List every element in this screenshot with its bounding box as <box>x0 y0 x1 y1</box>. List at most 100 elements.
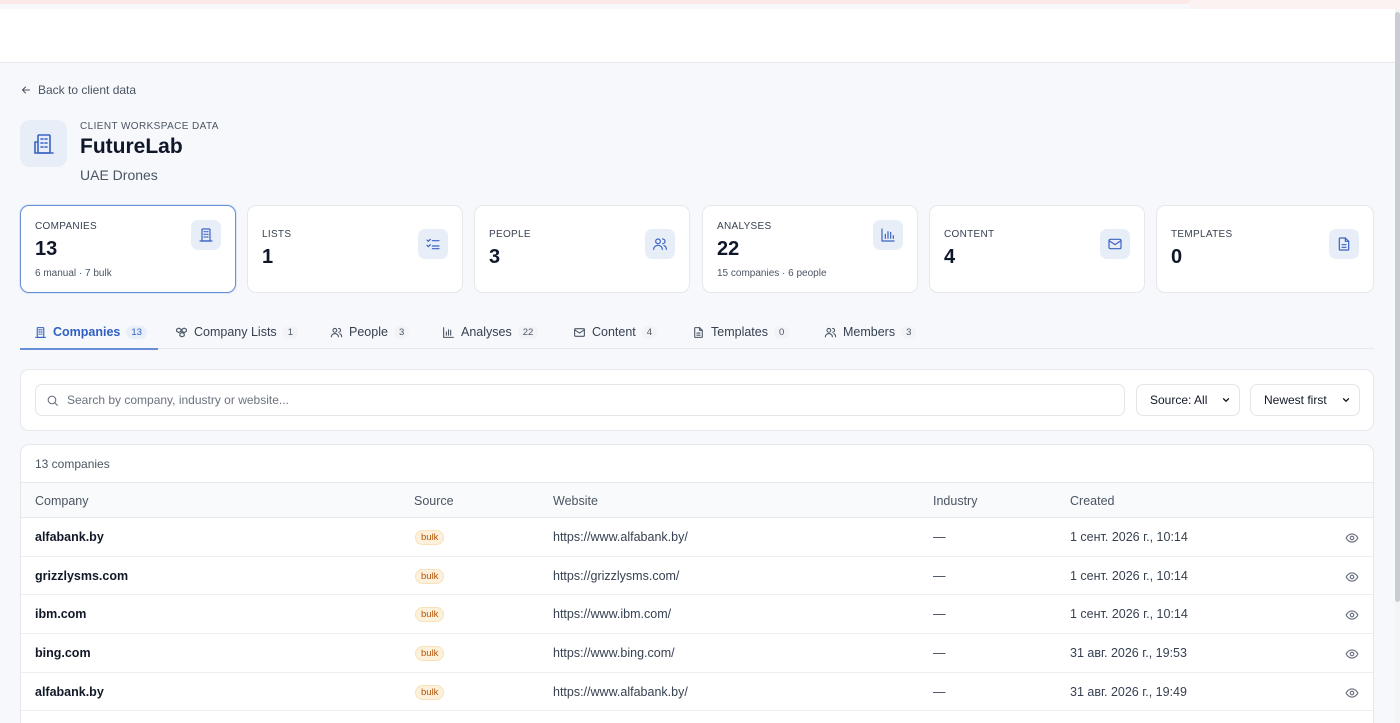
list-check-icon <box>426 238 440 250</box>
stat-note: 15 companies · 6 people <box>717 268 827 279</box>
section-tabs: Companies 13 Company Lists 1 People 3 An… <box>20 315 1374 350</box>
tab-company-lists[interactable]: Company Lists 1 <box>175 315 298 349</box>
tab-label: Templates <box>711 325 768 339</box>
cell-industry: — <box>933 646 946 661</box>
column-header-website[interactable]: Website <box>553 494 598 508</box>
tab-label: Analyses <box>461 325 512 339</box>
eye-icon[interactable] <box>1345 686 1359 700</box>
tab-count: 13 <box>126 325 147 339</box>
stat-card-companies[interactable]: COMPANIES 13 6 manual · 7 bulk <box>20 205 236 293</box>
stat-icon-box <box>873 220 903 250</box>
cell-company: ibm.com <box>35 607 87 622</box>
cell-company: alfabank.by <box>35 530 104 544</box>
source-badge: bulk <box>415 530 445 545</box>
stat-icon-box <box>418 229 448 259</box>
column-header-created[interactable]: Created <box>1070 494 1114 508</box>
building-icon <box>199 228 213 242</box>
cell-created: 1 сент. 2026 г., 10:14 <box>1070 568 1188 583</box>
column-header-company[interactable]: Company <box>35 494 89 508</box>
source-badge: bulk <box>415 607 445 623</box>
cell-industry: — <box>933 568 946 583</box>
top-alert-strip <box>0 0 1190 4</box>
tab-people[interactable]: People 3 <box>330 315 410 349</box>
cell-company: bing.com <box>35 646 91 661</box>
column-header-source[interactable]: Source <box>414 494 454 508</box>
search-input[interactable] <box>67 393 1114 407</box>
workspace-subtitle: UAE Drones <box>80 167 158 183</box>
tab-templates[interactable]: Templates 0 <box>692 315 790 349</box>
stat-icon-box <box>191 220 221 250</box>
building-icon <box>33 133 54 154</box>
source-filter-select[interactable]: Source: All <box>1136 384 1240 416</box>
tab-content[interactable]: Content 4 <box>573 315 658 349</box>
column-header-industry[interactable]: Industry <box>933 494 977 508</box>
cell-website[interactable]: https://grizzlysms.com/ <box>553 569 679 583</box>
tab-count: 4 <box>641 325 658 339</box>
stat-icon-box <box>1100 229 1130 259</box>
workspace-eyebrow: CLIENT WORKSPACE DATA <box>80 121 219 132</box>
tab-label: Content <box>592 325 636 339</box>
cell-website[interactable]: https://www.ibm.com/ <box>553 607 671 621</box>
file-text-icon <box>694 326 703 338</box>
eye-icon[interactable] <box>1345 647 1359 661</box>
stat-label: TEMPLATES <box>1171 229 1233 240</box>
cell-company: alfabank.by <box>35 684 104 699</box>
stat-label: COMPANIES <box>35 221 97 232</box>
back-to-client-data-link[interactable]: Back to client data <box>20 83 136 97</box>
cell-industry: — <box>933 607 946 622</box>
mail-icon <box>1108 238 1122 250</box>
cell-created: 31 авг. 2026 г., 19:49 <box>1070 684 1187 699</box>
tab-analyses[interactable]: Analyses 22 <box>442 315 539 349</box>
mail-icon <box>574 327 585 337</box>
search-box[interactable] <box>35 384 1125 416</box>
stat-card-people[interactable]: PEOPLE 3 <box>474 205 690 293</box>
building-icon <box>35 326 46 338</box>
cell-website[interactable]: https://www.alfabank.by/ <box>553 530 688 544</box>
tab-count: 1 <box>282 325 298 339</box>
cell-industry: — <box>933 684 946 699</box>
tab-count: 0 <box>773 325 790 339</box>
page-scrollbar-thumb[interactable] <box>1395 12 1400 602</box>
eye-icon[interactable] <box>1345 570 1359 584</box>
chevron-down-icon <box>1222 398 1230 402</box>
stat-label: PEOPLE <box>489 229 531 240</box>
stat-value: 22 <box>717 238 740 260</box>
stat-value: 1 <box>262 246 274 268</box>
workspace-avatar <box>20 120 67 167</box>
tab-members[interactable]: Members 3 <box>824 315 917 349</box>
stat-card-content[interactable]: CONTENT 4 <box>929 205 1145 293</box>
users-icon <box>330 327 343 337</box>
cell-website[interactable]: https://www.alfabank.by/ <box>553 685 688 699</box>
stat-icon-box <box>645 229 675 259</box>
arrow-left-icon <box>22 86 30 94</box>
top-alert-strip-right <box>1190 0 1400 9</box>
eye-icon[interactable] <box>1345 531 1359 545</box>
cell-website[interactable]: https://www.bing.com/ <box>553 646 675 660</box>
stat-card-analyses[interactable]: ANALYSES 22 15 companies · 6 people <box>702 205 918 293</box>
stat-card-lists[interactable]: LISTS 1 <box>247 205 463 293</box>
stat-label: CONTENT <box>944 229 995 240</box>
eye-icon[interactable] <box>1345 608 1359 622</box>
table-header: Company Source Website Industry Created <box>21 482 1373 518</box>
stat-label: LISTS <box>262 229 292 240</box>
table-body: alfabank.by bulk https://www.alfabank.by… <box>21 518 1373 712</box>
table-row[interactable]: grizzlysms.com bulk https://grizzlysms.c… <box>21 557 1373 596</box>
tab-count: 22 <box>517 325 539 339</box>
source-badge: bulk <box>415 684 445 700</box>
sort-select[interactable]: Newest first <box>1250 384 1360 416</box>
stat-card-templates[interactable]: TEMPLATES 0 <box>1156 205 1374 293</box>
cell-industry: — <box>933 530 946 544</box>
stat-value: 13 <box>35 238 58 260</box>
table-row[interactable]: alfabank.by bulk https://www.alfabank.by… <box>21 673 1373 712</box>
table-row[interactable]: ibm.com bulk https://www.ibm.com/ — 1 се… <box>21 595 1373 635</box>
tab-companies[interactable]: Companies 13 <box>20 315 158 350</box>
stat-value: 4 <box>944 246 956 268</box>
tab-label: Company Lists <box>194 325 277 339</box>
file-text-icon <box>1338 237 1350 251</box>
table-row[interactable]: bing.com bulk https://www.bing.com/ — 31… <box>21 634 1373 673</box>
cell-created: 31 авг. 2026 г., 19:53 <box>1070 646 1187 661</box>
app-header <box>0 9 1395 63</box>
stat-value: 0 <box>1171 246 1183 268</box>
table-row[interactable]: alfabank.by bulk https://www.alfabank.by… <box>21 518 1373 557</box>
bar-chart-icon <box>881 228 895 242</box>
